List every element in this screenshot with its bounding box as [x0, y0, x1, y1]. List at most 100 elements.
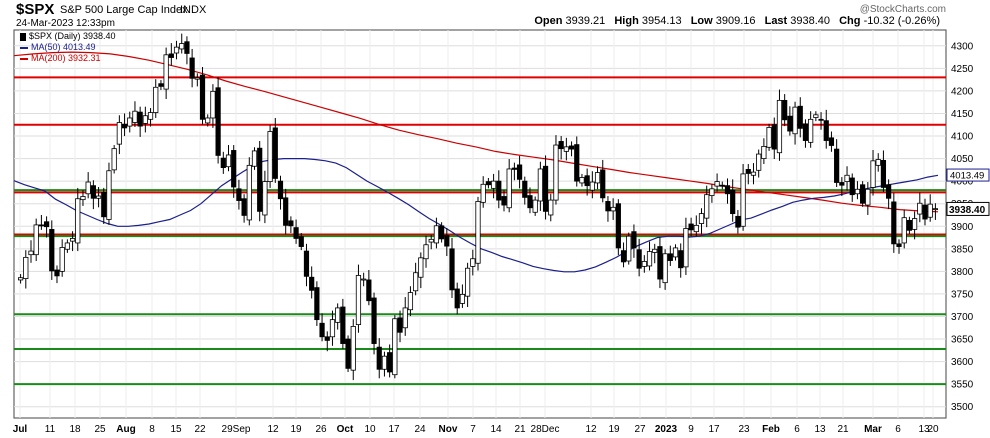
candle [891, 192, 897, 253]
chg-label: Chg [839, 15, 861, 27]
candle-body [917, 202, 923, 215]
candle-body [797, 105, 803, 129]
low-value: 3909.16 [715, 15, 756, 27]
candle-body [860, 184, 866, 204]
candle [199, 66, 206, 125]
candle-body [522, 180, 528, 198]
candle-body [121, 123, 128, 129]
candle-body [756, 153, 762, 171]
candle [215, 76, 221, 164]
candle-body [210, 90, 216, 119]
high-value: 3954.13 [641, 15, 682, 27]
candle-body [225, 154, 232, 168]
high-label: High [614, 15, 639, 27]
candle-body [413, 272, 419, 292]
candle [766, 123, 772, 151]
candle-body [85, 181, 91, 195]
candle-body [194, 77, 200, 80]
candle-body [288, 220, 294, 227]
x-tick-label: 27 [634, 424, 646, 435]
candle-body [641, 261, 647, 267]
candle-body [319, 322, 325, 338]
legend-ma200-marker [20, 57, 28, 60]
candle-body [813, 114, 819, 118]
x-tick-label: 22 [194, 424, 206, 435]
x-tick-label: 29Sep [222, 424, 251, 435]
candle-body [823, 120, 829, 141]
candle-body [158, 83, 164, 87]
candle-body [361, 278, 367, 281]
open-label: Open [534, 15, 563, 27]
candle-body [646, 251, 653, 267]
candle-body [506, 168, 512, 209]
candle [860, 181, 866, 207]
x-tick-label: 6 [895, 424, 901, 435]
candle-body [303, 250, 310, 277]
candle-body [137, 111, 143, 127]
y-tick-label: 4150 [951, 109, 974, 120]
candle-body [834, 148, 840, 183]
x-tick-label: 26 [315, 424, 327, 435]
candle-body [23, 256, 29, 279]
candle-body [59, 247, 65, 272]
candle-body [626, 235, 632, 262]
candle-body [324, 336, 330, 341]
candle-body [730, 189, 736, 215]
candle-body [922, 204, 928, 220]
candle-body [542, 165, 549, 212]
x-tick-label: 8 [149, 424, 155, 435]
candle-body [189, 57, 195, 79]
candle-body [69, 238, 76, 242]
candle-body [553, 144, 559, 201]
candle [111, 145, 117, 174]
price-label-text: 3938.40 [949, 205, 986, 216]
candle-body [620, 250, 627, 263]
symbol: $SPX [16, 1, 55, 18]
candle-body [605, 201, 611, 212]
candle-body [719, 184, 725, 187]
x-tick-label: 17 [388, 424, 400, 435]
candle-body [355, 275, 362, 326]
x-tick-label: 19 [608, 424, 620, 435]
candle-body [485, 181, 491, 186]
price-chart: 3500355036003650370037503800385039003950… [13, 29, 990, 435]
candle-body [205, 117, 211, 124]
candle-body [257, 147, 263, 212]
candle-body [387, 352, 393, 373]
candle-body [168, 53, 174, 58]
last-value: 3938.40 [790, 15, 831, 27]
candle-body [766, 127, 772, 148]
legend-ma200-label: MA(200) 3932.31 [31, 53, 101, 63]
candle-body [802, 123, 809, 141]
candle-body [854, 188, 861, 195]
candle-body [475, 201, 481, 264]
candle [106, 162, 112, 225]
candle-body [433, 225, 440, 244]
x-tick-label: 18 [69, 424, 81, 435]
candle-body [184, 41, 190, 54]
candle-body [610, 206, 616, 212]
candle-body [465, 267, 471, 297]
y-tick-label: 4200 [951, 86, 974, 97]
candle [257, 140, 263, 222]
candle-body [163, 54, 169, 90]
candle-body [886, 184, 892, 199]
candle-body [127, 117, 133, 127]
candle-body [698, 213, 705, 224]
candle-body [106, 170, 112, 220]
candle-body [532, 199, 538, 213]
candle-body [246, 164, 252, 221]
x-tick-label: Feb [762, 424, 780, 435]
candle-body [350, 326, 356, 371]
candle-body [714, 181, 720, 187]
candle [615, 199, 621, 256]
candle-body [548, 199, 554, 216]
candle-body [875, 159, 881, 166]
y-tick-label: 4050 [951, 154, 974, 165]
candle-body [792, 106, 798, 135]
x-tick-label: 21 [837, 424, 849, 435]
candle-body [662, 253, 668, 284]
candle-body [293, 227, 299, 239]
legend-ma50: MA(50) 4013.49 [20, 42, 96, 52]
candle-body [392, 318, 398, 376]
